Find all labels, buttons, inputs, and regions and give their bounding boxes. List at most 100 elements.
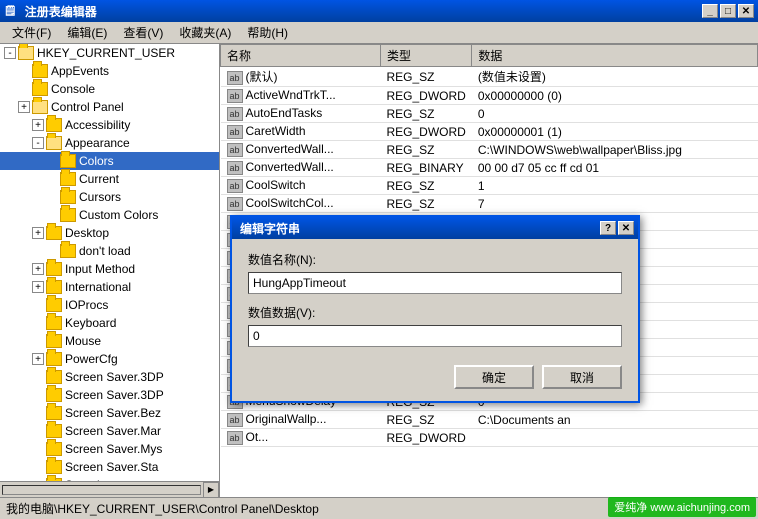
tree-item[interactable]: + Accessibility	[0, 116, 219, 134]
tree-toggle-icon[interactable]: +	[32, 353, 44, 365]
tree-item-label: Console	[51, 82, 95, 96]
table-row[interactable]: abOt...REG_DWORD	[221, 429, 758, 447]
tree-item-label: don't load	[79, 244, 131, 258]
menu-file[interactable]: 文件(F)	[4, 22, 59, 43]
tree-item[interactable]: AppEvents	[0, 62, 219, 80]
tree-item[interactable]: Colors	[0, 152, 219, 170]
table-cell-data: C:\WINDOWS\web\wallpaper\Bliss.jpg	[472, 141, 758, 159]
table-cell-data: 0x00000001 (1)	[472, 123, 758, 141]
table-cell-type: REG_SZ	[381, 411, 472, 429]
tree-item-label: Appearance	[65, 136, 130, 150]
reg-icon: ab	[227, 161, 243, 175]
tree-item[interactable]: +PowerCfg	[0, 350, 219, 368]
tree-item[interactable]: IOProcs	[0, 296, 219, 314]
tree-item[interactable]: Custom Colors	[0, 206, 219, 224]
table-cell-type: REG_BINARY	[381, 159, 472, 177]
app-title: 注册表编辑器	[21, 3, 702, 20]
table-row[interactable]: abCoolSwitchCol...REG_SZ7	[221, 195, 758, 213]
tree-toggle-icon[interactable]: -	[4, 47, 16, 59]
edit-dialog[interactable]: 编辑字符串 ? ✕ 数值名称(N): 数值数据(V): 确定 取消	[230, 215, 640, 403]
dialog-close-button[interactable]: ✕	[618, 221, 634, 235]
tree-item[interactable]: don't load	[0, 242, 219, 260]
table-row[interactable]: abAutoEndTasksREG_SZ0	[221, 105, 758, 123]
table-cell-type: REG_SZ	[381, 105, 472, 123]
cancel-button[interactable]: 取消	[542, 365, 622, 389]
tree-item-label: Cursors	[79, 190, 121, 204]
tree-item[interactable]: Current	[0, 170, 219, 188]
folder-icon	[46, 406, 62, 420]
col-data-header: 数据	[472, 45, 758, 67]
folder-icon	[46, 388, 62, 402]
tree-item-label: Screen Saver.3DP	[65, 388, 164, 402]
tree-item[interactable]: + International	[0, 278, 219, 296]
table-cell-type: REG_DWORD	[381, 123, 472, 141]
tree-item-label: Screen Saver.3DP	[65, 370, 164, 384]
title-bar: 🗒 注册表编辑器 _ □ ✕	[0, 0, 758, 22]
tree-item-label: Control Panel	[51, 100, 124, 114]
tree-item-label: Screen Saver.Mys	[65, 442, 162, 456]
folder-icon	[46, 370, 62, 384]
dialog-help-button[interactable]: ?	[600, 221, 616, 235]
tree-item[interactable]: Screen Saver.Sta	[0, 458, 219, 476]
tree-toggle-icon[interactable]: +	[18, 101, 30, 113]
tree-item-label: Current	[79, 172, 119, 186]
field-name-input[interactable]	[248, 272, 622, 294]
tree-item-label: Accessibility	[65, 118, 130, 132]
menu-view[interactable]: 查看(V)	[115, 22, 171, 43]
menu-help[interactable]: 帮助(H)	[239, 22, 296, 43]
tree-panel: -HKEY_CURRENT_USERAppEvents Console + Contr…	[0, 44, 220, 497]
minimize-button[interactable]: _	[702, 4, 718, 18]
field-data-input[interactable]	[248, 325, 622, 347]
tree-toggle-icon[interactable]: +	[32, 119, 44, 131]
close-button[interactable]: ✕	[738, 4, 754, 18]
reg-icon: ab	[227, 89, 243, 103]
title-bar-buttons: _ □ ✕	[702, 4, 754, 18]
tree-item-label: International	[65, 280, 131, 294]
table-row[interactable]: abCoolSwitchREG_SZ1	[221, 177, 758, 195]
table-row[interactable]: abActiveWndTrkT...REG_DWORD0x00000000 (0…	[221, 87, 758, 105]
tree-item[interactable]: Screen Saver.3DP	[0, 368, 219, 386]
tree-item[interactable]: Mouse	[0, 332, 219, 350]
tree-item[interactable]: Screen Saver.Mar	[0, 422, 219, 440]
tree-item[interactable]: + Input Method	[0, 260, 219, 278]
table-row[interactable]: abConvertedWall...REG_SZC:\WINDOWS\web\w…	[221, 141, 758, 159]
menu-edit[interactable]: 编辑(E)	[59, 22, 115, 43]
table-row[interactable]: ab(默认)REG_SZ(数值未设置)	[221, 67, 758, 87]
confirm-button[interactable]: 确定	[454, 365, 534, 389]
tree-item-label: Input Method	[65, 262, 135, 276]
maximize-button[interactable]: □	[720, 4, 736, 18]
tree-item[interactable]: + Control Panel	[0, 98, 219, 116]
folder-icon	[46, 262, 62, 276]
tree-item-label: Screen Saver.Mar	[65, 424, 161, 438]
tree-content: -HKEY_CURRENT_USERAppEvents Console + Contr…	[0, 44, 219, 497]
tree-item[interactable]: Screen Saver.Mys	[0, 440, 219, 458]
table-cell-data: 00 00 d7 05 cc ff cd 01	[472, 159, 758, 177]
tree-item[interactable]: - Appearance	[0, 134, 219, 152]
tree-toggle-icon[interactable]: +	[32, 281, 44, 293]
tree-toggle-icon[interactable]: -	[32, 137, 44, 149]
table-cell-data: 0	[472, 105, 758, 123]
tree-item-label: Mouse	[65, 334, 101, 348]
table-row[interactable]: abCaretWidthREG_DWORD0x00000001 (1)	[221, 123, 758, 141]
tree-item[interactable]: Screen Saver.3DP	[0, 386, 219, 404]
folder-icon	[46, 442, 62, 456]
folder-icon	[46, 118, 62, 132]
tree-item[interactable]: Cursors	[0, 188, 219, 206]
tree-item[interactable]: -HKEY_CURRENT_USER	[0, 44, 219, 62]
tree-item[interactable]: Screen Saver.Bez	[0, 404, 219, 422]
menu-favorites[interactable]: 收藏夹(A)	[171, 22, 239, 43]
col-name-header: 名称	[221, 45, 381, 67]
table-row[interactable]: abConvertedWall...REG_BINARY00 00 d7 05 …	[221, 159, 758, 177]
tree-toggle-icon[interactable]: +	[32, 263, 44, 275]
reg-icon: ab	[227, 107, 243, 121]
tree-toggle-icon[interactable]: +	[32, 227, 44, 239]
table-cell-type: REG_DWORD	[381, 429, 472, 447]
tree-item[interactable]: Keyboard	[0, 314, 219, 332]
folder-icon	[60, 154, 76, 168]
tree-item[interactable]: +Desktop	[0, 224, 219, 242]
tree-item[interactable]: Console	[0, 80, 219, 98]
folder-icon	[46, 352, 62, 366]
table-cell-data: C:\Documents an	[472, 411, 758, 429]
folder-icon	[46, 334, 62, 348]
table-row[interactable]: abOriginalWallp...REG_SZC:\Documents an	[221, 411, 758, 429]
